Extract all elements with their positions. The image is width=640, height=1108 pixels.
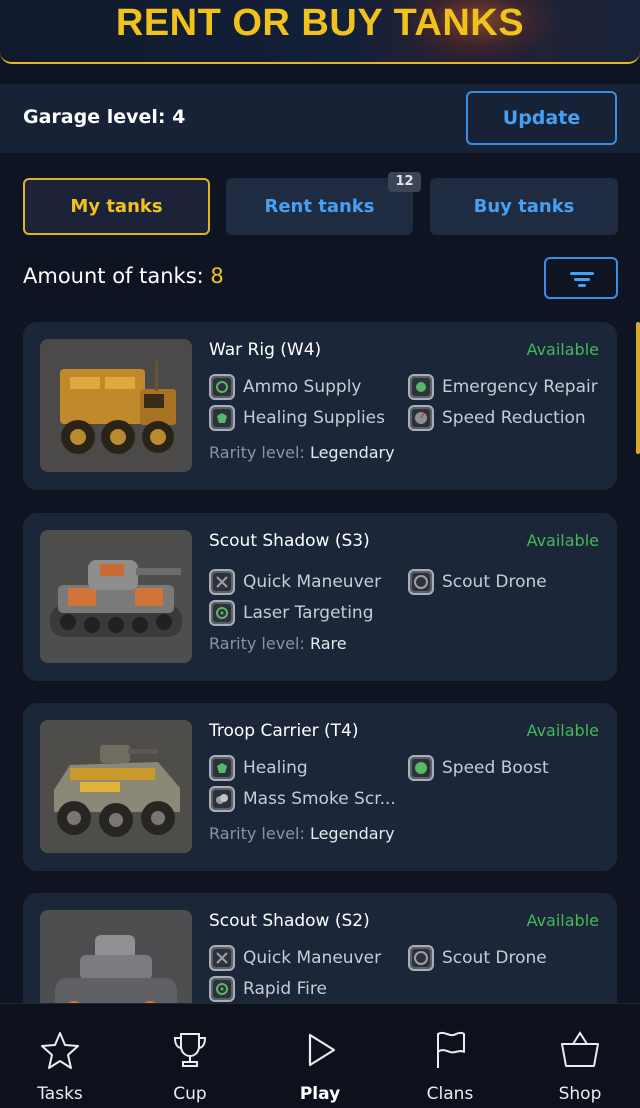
quick-maneuver-icon bbox=[209, 569, 235, 595]
skill-item: Healing Supplies bbox=[209, 405, 385, 431]
play-icon bbox=[308, 1033, 336, 1067]
nav-shop-label: Shop bbox=[558, 1084, 602, 1104]
healing-icon bbox=[209, 755, 235, 781]
status-badge: Available bbox=[526, 911, 599, 930]
laser-targeting-icon bbox=[209, 600, 235, 626]
nav-clans-label: Clans bbox=[426, 1084, 474, 1104]
scroll-indicator[interactable] bbox=[636, 322, 640, 454]
update-button[interactable]: Update bbox=[466, 91, 617, 145]
tank-name: Troop Carrier (T4) bbox=[209, 721, 359, 741]
tank-amount-value: 8 bbox=[210, 264, 224, 288]
tank-image bbox=[40, 339, 192, 472]
skill-item: Mass Smoke Scr... bbox=[209, 786, 396, 812]
status-badge: Available bbox=[526, 531, 599, 550]
tank-card[interactable]: War Rig (W4) Available Ammo Supply Emerg… bbox=[23, 322, 617, 490]
nav-play[interactable]: Play bbox=[256, 1004, 384, 1108]
skill-item: Ammo Supply bbox=[209, 374, 362, 400]
scout-drone-icon bbox=[408, 945, 434, 971]
speed-boost-icon bbox=[408, 755, 434, 781]
rapid-fire-icon bbox=[209, 976, 235, 1002]
skill-item: Quick Maneuver bbox=[209, 945, 381, 971]
tank-image bbox=[40, 530, 192, 663]
nav-shop[interactable]: Shop bbox=[516, 1004, 640, 1108]
speed-reduction-icon bbox=[408, 405, 434, 431]
tank-amount-label: Amount of tanks: bbox=[23, 264, 211, 288]
skill-item: Laser Targeting bbox=[209, 600, 373, 626]
tank-card[interactable]: Troop Carrier (T4) Available Healing Spe… bbox=[23, 703, 617, 871]
nav-cup[interactable]: Cup bbox=[126, 1004, 254, 1108]
header-banner: RENT OR BUY TANKS bbox=[0, 0, 640, 64]
rarity-level: Rarity level: Legendary bbox=[209, 824, 395, 843]
filter-button[interactable] bbox=[544, 257, 618, 299]
tab-buy-tanks[interactable]: Buy tanks bbox=[430, 178, 618, 235]
trophy-icon bbox=[173, 1033, 207, 1067]
bottom-nav: Tasks Cup Play Clans Shop bbox=[0, 1003, 640, 1108]
status-badge: Available bbox=[526, 721, 599, 740]
tank-name: Scout Shadow (S2) bbox=[209, 911, 370, 931]
garage-level: Garage level: 4 bbox=[23, 106, 186, 128]
tab-my-tanks[interactable]: My tanks bbox=[23, 178, 210, 235]
scout-drone-icon bbox=[408, 569, 434, 595]
nav-tasks[interactable]: Tasks bbox=[0, 1004, 124, 1108]
nav-tasks-label: Tasks bbox=[37, 1084, 83, 1104]
star-icon bbox=[41, 1032, 79, 1069]
skill-item: Scout Drone bbox=[408, 569, 547, 595]
skill-item: Speed Reduction bbox=[408, 405, 586, 431]
nav-clans[interactable]: Clans bbox=[386, 1004, 514, 1108]
tank-card[interactable]: Scout Shadow (S3) Available Quick Maneuv… bbox=[23, 513, 617, 681]
basket-icon bbox=[561, 1031, 599, 1067]
mass-smoke-screen-icon bbox=[209, 786, 235, 812]
tank-name: Scout Shadow (S3) bbox=[209, 531, 370, 551]
page-title: RENT OR BUY TANKS bbox=[115, 2, 525, 44]
skill-item: Speed Boost bbox=[408, 755, 549, 781]
skill-item: Rapid Fire bbox=[209, 976, 327, 1002]
skill-item: Quick Maneuver bbox=[209, 569, 381, 595]
flag-icon bbox=[437, 1031, 465, 1068]
rarity-level: Rarity level: Legendary bbox=[209, 443, 395, 462]
quick-maneuver-icon bbox=[209, 945, 235, 971]
tab-rent-tanks[interactable]: Rent tanks bbox=[226, 178, 413, 235]
tank-amount: Amount of tanks: 8 bbox=[23, 264, 224, 288]
rarity-value: Legendary bbox=[309, 443, 395, 462]
skill-item: Healing bbox=[209, 755, 308, 781]
healing-supplies-icon bbox=[209, 405, 235, 431]
emergency-repair-icon bbox=[408, 374, 434, 400]
nav-play-label: Play bbox=[299, 1084, 341, 1104]
skill-item: Scout Drone bbox=[408, 945, 547, 971]
status-badge: Available bbox=[526, 340, 599, 359]
skill-item: Emergency Repair bbox=[408, 374, 598, 400]
tank-name: War Rig (W4) bbox=[209, 340, 322, 360]
ammo-supply-icon bbox=[209, 374, 235, 400]
tank-image bbox=[40, 720, 192, 853]
rarity-level: Rarity level: Rare bbox=[209, 634, 347, 653]
rent-count-badge: 12 bbox=[388, 172, 421, 192]
nav-cup-label: Cup bbox=[173, 1084, 207, 1104]
rarity-value: Legendary bbox=[309, 824, 395, 843]
rarity-value: Rare bbox=[309, 634, 347, 653]
